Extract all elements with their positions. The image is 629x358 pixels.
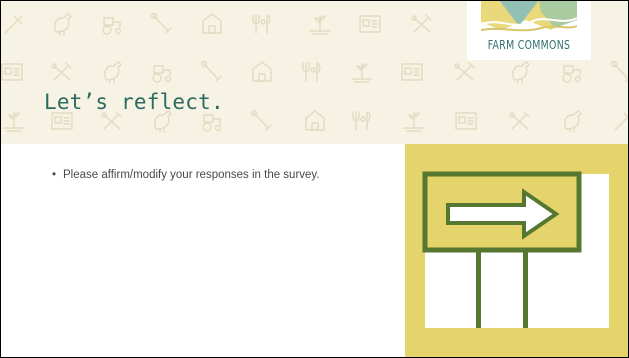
arrow-sign-icon [422, 171, 609, 328]
slide-title: Let’s reflect. [44, 90, 224, 114]
slide: Let’s reflect. FARM COMMONS • Please affi… [0, 0, 629, 358]
illustration-panel [405, 144, 629, 358]
slide-header: Let’s reflect. FARM COMMONS [0, 0, 629, 144]
bullet-dot: • [52, 169, 57, 181]
bullet-item: • Please affirm/modify your responses in … [52, 166, 342, 185]
pattern-row-1 [4, 12, 432, 36]
farm-commons-logo: FARM COMMONS [467, 0, 591, 60]
logo-text: FARM COMMONS [487, 38, 571, 52]
bullet-list: • Please affirm/modify your responses in … [52, 166, 342, 185]
pattern-row-2 [1, 60, 629, 84]
bullet-text: Please affirm/modify your responses in t… [63, 169, 320, 181]
logo-landscape-icon [481, 0, 577, 32]
